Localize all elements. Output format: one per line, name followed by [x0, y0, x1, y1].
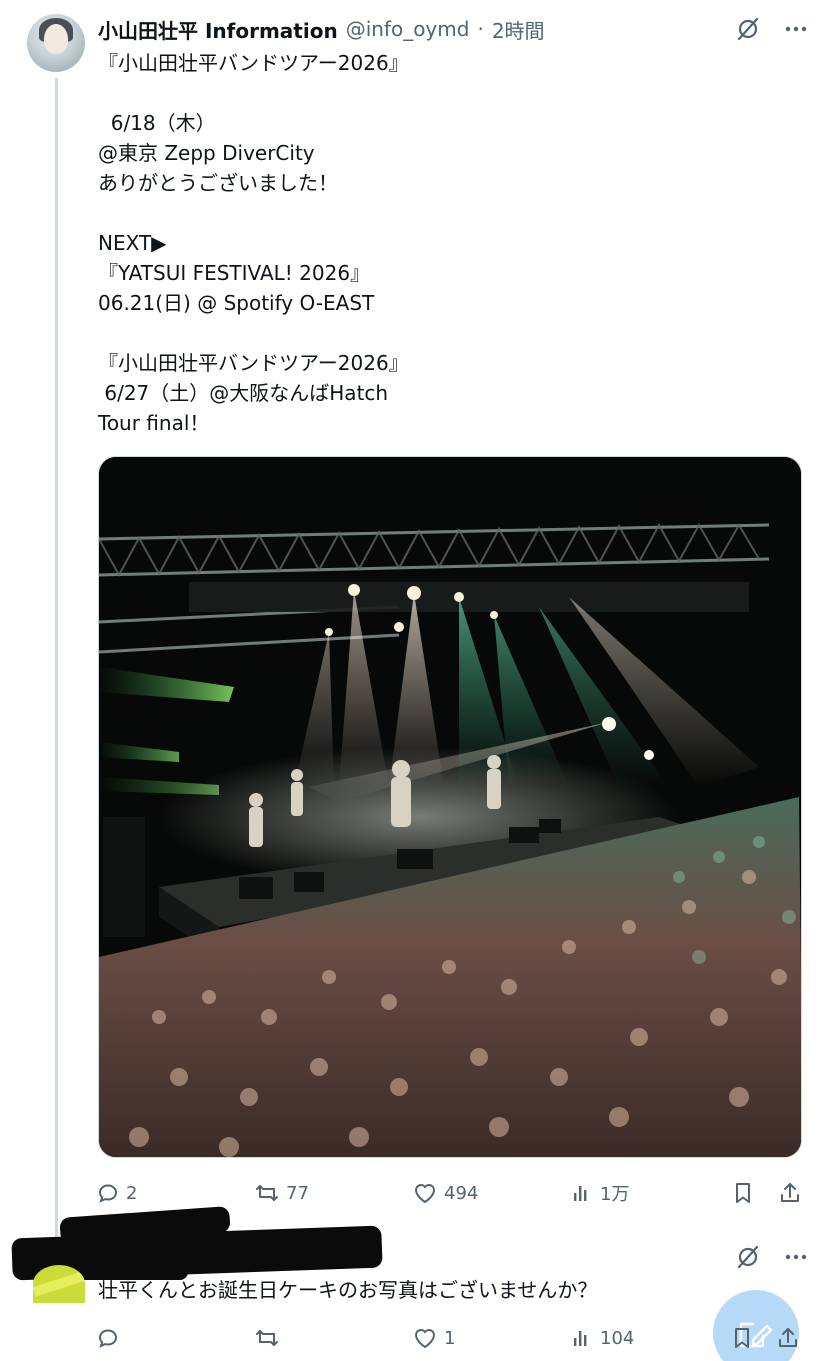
share-icon: [779, 1328, 797, 1347]
reply-share-button[interactable]: [776, 1326, 800, 1350]
reply-reply-button[interactable]: [96, 1326, 254, 1350]
repost-icon: [256, 1330, 278, 1346]
reply-like-count: 1: [444, 1327, 456, 1349]
reply-count: 2: [126, 1182, 138, 1204]
more-icon[interactable]: [781, 14, 811, 44]
reply-bookmark-button[interactable]: [731, 1326, 755, 1350]
thread-line: [55, 78, 58, 1248]
views-icon: [574, 1331, 587, 1346]
heart-icon: [414, 1329, 436, 1349]
like-count: 494: [444, 1182, 479, 1204]
grok-icon[interactable]: [733, 14, 763, 44]
author-handle[interactable]: @info_oymd: [346, 17, 470, 41]
tweet-top-icons: [733, 14, 811, 44]
reply-views-button[interactable]: 104: [570, 1326, 732, 1350]
views-icon: [574, 1186, 587, 1201]
tweet-header: 小山田壮平 Information @info_oymd · 2時間: [98, 14, 545, 44]
reply-like-button[interactable]: 1: [412, 1326, 570, 1350]
share-button[interactable]: [778, 1181, 806, 1205]
reply-views-count: 104: [600, 1327, 635, 1349]
tweet-image[interactable]: [98, 456, 802, 1158]
repost-button[interactable]: 77: [254, 1181, 412, 1205]
separator-dot: ·: [477, 17, 484, 41]
reply-actions: 1 104: [96, 1320, 806, 1356]
tweet-actions: 2 77 494 1万: [96, 1175, 806, 1211]
bookmark-icon: [736, 1183, 750, 1203]
repost-count: 77: [286, 1182, 309, 1204]
bookmark-button[interactable]: [732, 1181, 778, 1205]
author-name[interactable]: 小山田壮平 Information: [98, 15, 338, 44]
views-button[interactable]: 1万: [570, 1180, 732, 1206]
reply-icon: [98, 1184, 118, 1203]
like-button[interactable]: 494: [412, 1181, 570, 1205]
share-icon: [781, 1183, 799, 1202]
repost-icon: [256, 1185, 278, 1201]
reply-more-icon[interactable]: [781, 1242, 811, 1272]
avatar[interactable]: [27, 14, 85, 72]
reply-icon: [98, 1329, 118, 1348]
heart-icon: [414, 1184, 436, 1204]
reply-repost-button[interactable]: [254, 1326, 412, 1350]
reply-avatar-stripe: [33, 1271, 85, 1297]
avatar-face: [44, 24, 68, 54]
reply-grok-icon[interactable]: [733, 1242, 763, 1272]
reply-avatar[interactable]: [33, 1265, 85, 1303]
reply-top-icons: [733, 1242, 811, 1272]
bookmark-icon: [735, 1328, 749, 1348]
concert-photo: [99, 457, 801, 1157]
reply-button[interactable]: 2: [96, 1181, 254, 1205]
reply-text: 壮平くんとお誕生日ケーキのお写真はございませんか？: [98, 1278, 598, 1302]
tweet-text: 『小山田壮平バンドツアー2026』 6/18（木） @東京 Zepp Diver…: [98, 51, 409, 435]
tweet-time[interactable]: 2時間: [492, 15, 545, 44]
views-count: 1万: [600, 1184, 630, 1205]
